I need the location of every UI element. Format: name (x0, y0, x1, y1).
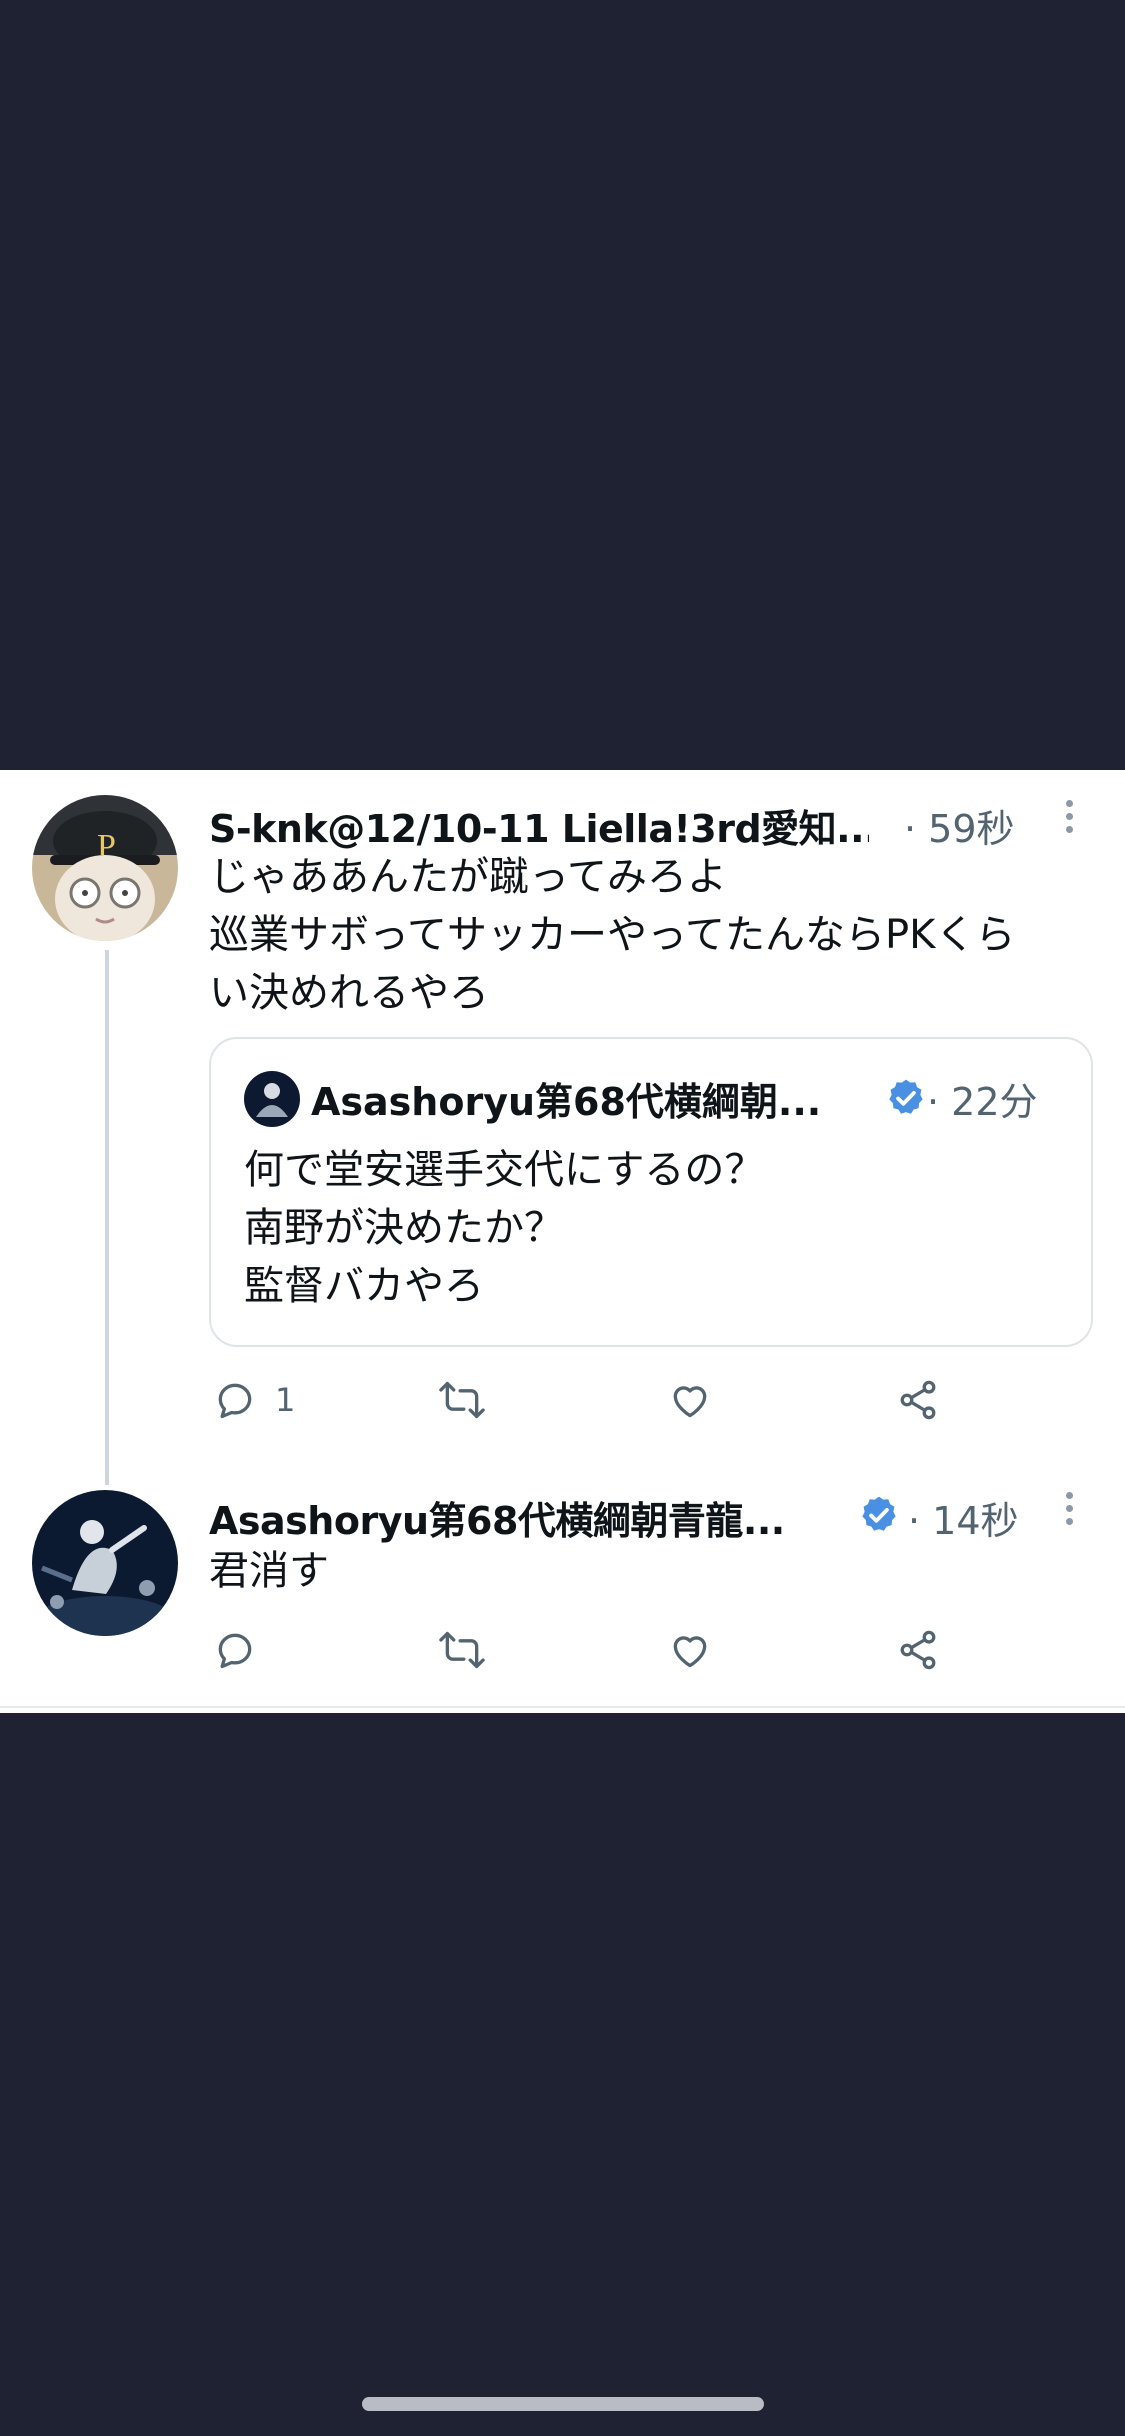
more-vertical-icon[interactable] (1066, 1492, 1076, 1531)
verified-badge-icon (862, 1496, 896, 1531)
share-icon (900, 1630, 936, 1670)
tweet-text: じゃああんたが蹴ってみろよ 巡業サボってサッカーやってたんならPKくら い決めれ… (209, 848, 1015, 1022)
heart-icon (673, 1386, 707, 1418)
avatar[interactable] (32, 1490, 178, 1636)
quote-author: Asashoryu第68代横綱朝... (311, 1080, 822, 1124)
thread-line (105, 950, 109, 1485)
retweet-icon (439, 1381, 485, 1419)
quote-time: · 22分 (927, 1080, 1038, 1124)
tweet-author[interactable]: Asashoryu第68代横綱朝青龍... (209, 1490, 829, 1545)
quote-text-line: 監督バカやろ (244, 1263, 484, 1309)
tweet-text-line: 巡業サボってサッカーやってたんならPKくら (209, 912, 1016, 958)
like-button[interactable] (668, 1378, 712, 1422)
quote-time-value: 22分 (951, 1080, 1038, 1124)
heart-icon (673, 1636, 707, 1668)
tweet-time-value: 59秒 (928, 807, 1015, 851)
tweet-time[interactable]: · 59秒 (904, 798, 1015, 853)
share-button[interactable] (896, 1628, 940, 1672)
reply-button[interactable] (213, 1628, 257, 1672)
more-vertical-icon[interactable] (1066, 800, 1076, 839)
tweet-text-line: い決めれるやろ (209, 970, 489, 1016)
share-icon (900, 1380, 936, 1420)
tweet-author[interactable]: S-knk@12/10-11 Liella!3rd愛知... (209, 798, 869, 853)
retweet-button[interactable] (438, 1628, 486, 1672)
tweet-text: 君消す (209, 1542, 329, 1600)
retweet-button[interactable] (438, 1378, 486, 1422)
reply-button[interactable]: 1 (213, 1378, 295, 1422)
retweet-icon (439, 1631, 485, 1669)
like-button[interactable] (668, 1628, 712, 1672)
tweet-text-line: じゃああんたが蹴ってみろよ (209, 854, 727, 900)
divider (0, 1706, 1125, 1708)
reply-count: 1 (275, 1381, 296, 1419)
quote-text-line: 何で堂安選手交代にするの？ (244, 1147, 765, 1193)
share-button[interactable] (896, 1378, 940, 1422)
verified-badge-icon (889, 1079, 923, 1114)
avatar[interactable]: P (32, 795, 178, 941)
reply-icon (218, 1633, 252, 1669)
tweet-text-line: 君消す (209, 1548, 329, 1594)
quoted-tweet-card[interactable]: Asashoryu第68代横綱朝... · 22分 何で堂安選手交代にするの？ … (209, 1037, 1093, 1347)
quote-avatar (244, 1071, 300, 1127)
reply-icon (218, 1383, 252, 1419)
home-indicator[interactable] (362, 2397, 764, 2411)
quote-text: 何で堂安選手交代にするの？ 南野が決めたか？ 監督バカやろ (244, 1141, 764, 1315)
quote-text-line: 南野が決めたか？ (244, 1205, 564, 1251)
tweet-time[interactable]: · 14秒 (908, 1490, 1019, 1545)
tweet-time-value: 14秒 (932, 1499, 1019, 1543)
